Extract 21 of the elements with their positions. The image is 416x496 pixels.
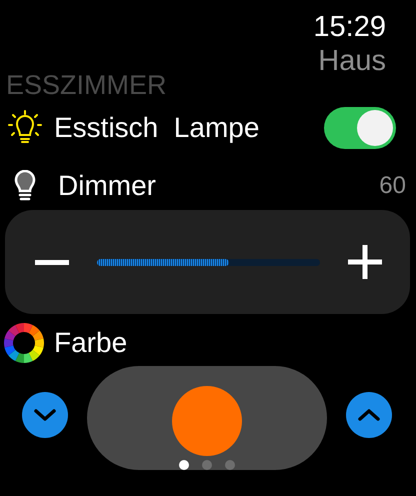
page-dot[interactable] [225,460,235,470]
app-title: Haus [318,44,386,78]
color-wheel-icon [4,323,44,363]
page-dot[interactable] [202,460,212,470]
toggle-switch[interactable] [324,107,396,149]
slider-track[interactable] [97,258,320,266]
lightbulb-icon [8,110,42,146]
plus-icon[interactable] [348,245,382,279]
chevron-up-icon [357,408,381,422]
scroll-up-button[interactable] [346,392,392,438]
color-label: Farbe [54,326,128,360]
room-title: ESSZIMMER [6,69,167,101]
page-dot[interactable] [179,460,189,470]
minus-icon[interactable] [35,260,69,264]
dimmer-label: Dimmer [58,169,156,203]
dimmer-value: 60 [379,171,406,201]
lightbulb-icon [12,170,38,202]
lamp-label: Esstisch Lampe [54,111,260,145]
clock-time: 15:29 [313,10,386,44]
chevron-down-icon [33,408,57,422]
scroll-down-button[interactable] [22,392,68,438]
